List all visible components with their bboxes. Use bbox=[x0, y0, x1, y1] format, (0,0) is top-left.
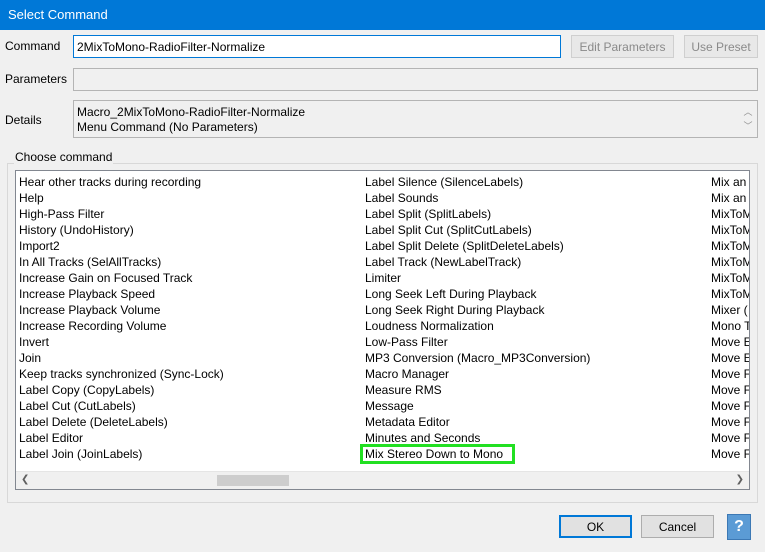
details-line-2: Menu Command (No Parameters) bbox=[77, 120, 258, 134]
list-item[interactable]: Message bbox=[362, 398, 708, 414]
list-item[interactable]: Hear other tracks during recording bbox=[16, 174, 362, 190]
list-item[interactable]: Long Seek Right During Playback bbox=[362, 302, 708, 318]
help-icon: ? bbox=[734, 518, 744, 535]
list-item[interactable]: History (UndoHistory) bbox=[16, 222, 362, 238]
list-item[interactable]: Limiter bbox=[362, 270, 708, 286]
scroll-up-icon[interactable]: ︿ bbox=[741, 105, 755, 119]
command-list-column-3: Mix an Mix an MixToM MixToM MixToM MixTo… bbox=[708, 174, 749, 462]
list-item[interactable]: Move F bbox=[708, 446, 749, 462]
list-item[interactable]: Label Split Delete (SplitDeleteLabels) bbox=[362, 238, 708, 254]
choose-command-label: Choose command bbox=[14, 150, 114, 164]
list-item[interactable]: Mix an bbox=[708, 174, 749, 190]
list-item[interactable]: Label Split (SplitLabels) bbox=[362, 206, 708, 222]
list-item[interactable]: MixToM bbox=[708, 270, 749, 286]
list-item-mix-stereo-down-to-mono[interactable]: Mix Stereo Down to Mono bbox=[360, 444, 515, 464]
list-item[interactable]: Label Delete (DeleteLabels) bbox=[16, 414, 362, 430]
parameters-label: Parameters bbox=[5, 72, 68, 86]
list-item[interactable]: Import2 bbox=[16, 238, 362, 254]
list-item[interactable]: Long Seek Left During Playback bbox=[362, 286, 708, 302]
list-item[interactable]: Keep tracks synchronized (Sync-Lock) bbox=[16, 366, 362, 382]
list-item[interactable]: Invert bbox=[16, 334, 362, 350]
details-label: Details bbox=[5, 113, 42, 127]
list-item[interactable]: High-Pass Filter bbox=[16, 206, 362, 222]
list-item[interactable]: Mix an bbox=[708, 190, 749, 206]
list-item[interactable]: Increase Recording Volume bbox=[16, 318, 362, 334]
list-item[interactable]: Label Split Cut (SplitCutLabels) bbox=[362, 222, 708, 238]
command-input-value: 2MixToMono-RadioFilter-Normalize bbox=[77, 40, 266, 54]
list-item[interactable]: Minutes and Seconds bbox=[362, 430, 708, 446]
list-item[interactable]: Increase Playback Volume bbox=[16, 302, 362, 318]
command-list[interactable]: Hear other tracks during recording Help … bbox=[15, 170, 750, 490]
scroll-left-icon[interactable]: ❮ bbox=[21, 474, 29, 485]
list-item[interactable]: Move F bbox=[708, 382, 749, 398]
list-item[interactable]: Low-Pass Filter bbox=[362, 334, 708, 350]
list-item[interactable]: In All Tracks (SelAllTracks) bbox=[16, 254, 362, 270]
command-label: Command bbox=[5, 39, 61, 53]
list-item[interactable]: MixToM bbox=[708, 286, 749, 302]
parameters-input[interactable] bbox=[73, 68, 758, 91]
list-item[interactable]: MixToM bbox=[708, 222, 749, 238]
list-item[interactable]: Label Sounds bbox=[362, 190, 708, 206]
horizontal-scrollbar[interactable]: ❮ ❯ bbox=[16, 471, 749, 489]
title-bar: Select Command bbox=[0, 0, 765, 30]
list-item[interactable]: Metadata Editor bbox=[362, 414, 708, 430]
help-button[interactable]: ? bbox=[727, 514, 751, 540]
command-list-column-2: Label Silence (SilenceLabels) Label Soun… bbox=[360, 174, 708, 464]
list-item[interactable]: Label Cut (CutLabels) bbox=[16, 398, 362, 414]
list-item[interactable]: Move E bbox=[708, 350, 749, 366]
list-item[interactable]: Label Track (NewLabelTrack) bbox=[362, 254, 708, 270]
details-textarea[interactable]: Macro_2MixToMono-RadioFilter-Normalize M… bbox=[73, 100, 758, 138]
list-item[interactable]: Move F bbox=[708, 366, 749, 382]
list-item[interactable]: Label Join (JoinLabels) bbox=[16, 446, 362, 462]
use-preset-button[interactable]: Use Preset bbox=[684, 35, 758, 58]
details-scrollbar[interactable]: ︿ ﹀ bbox=[741, 105, 755, 135]
list-item[interactable]: Move F bbox=[708, 414, 749, 430]
scroll-down-icon[interactable]: ﹀ bbox=[741, 119, 755, 133]
list-item[interactable]: Increase Gain on Focused Track bbox=[16, 270, 362, 286]
scrollbar-thumb[interactable] bbox=[217, 475, 289, 486]
list-item[interactable]: MixToM bbox=[708, 238, 749, 254]
list-item[interactable]: Help bbox=[16, 190, 362, 206]
list-item[interactable]: MixToM bbox=[708, 206, 749, 222]
details-line-1: Macro_2MixToMono-RadioFilter-Normalize bbox=[77, 105, 306, 119]
list-item[interactable]: Label Copy (CopyLabels) bbox=[16, 382, 362, 398]
list-item[interactable]: MP3 Conversion (Macro_MP3Conversion) bbox=[362, 350, 708, 366]
list-item[interactable]: Move E bbox=[708, 334, 749, 350]
list-item[interactable]: Mixer ( bbox=[708, 302, 749, 318]
list-item[interactable]: Increase Playback Speed bbox=[16, 286, 362, 302]
cancel-button[interactable]: Cancel bbox=[641, 515, 714, 538]
list-item[interactable]: Loudness Normalization bbox=[362, 318, 708, 334]
list-item[interactable]: MixToM bbox=[708, 254, 749, 270]
ok-button[interactable]: OK bbox=[559, 515, 632, 538]
list-item[interactable]: Measure RMS bbox=[362, 382, 708, 398]
window-title: Select Command bbox=[8, 7, 108, 22]
list-item[interactable]: Move F bbox=[708, 398, 749, 414]
list-item[interactable]: Label Silence (SilenceLabels) bbox=[362, 174, 708, 190]
list-item[interactable]: Label Editor bbox=[16, 430, 362, 446]
scroll-right-icon[interactable]: ❯ bbox=[736, 474, 744, 485]
list-item[interactable]: Move F bbox=[708, 430, 749, 446]
command-list-column-1: Hear other tracks during recording Help … bbox=[16, 174, 362, 462]
list-item[interactable]: Mono T bbox=[708, 318, 749, 334]
command-input[interactable]: 2MixToMono-RadioFilter-Normalize bbox=[73, 35, 561, 58]
list-item[interactable]: Join bbox=[16, 350, 362, 366]
edit-parameters-button[interactable]: Edit Parameters bbox=[571, 35, 674, 58]
list-item[interactable]: Macro Manager bbox=[362, 366, 708, 382]
